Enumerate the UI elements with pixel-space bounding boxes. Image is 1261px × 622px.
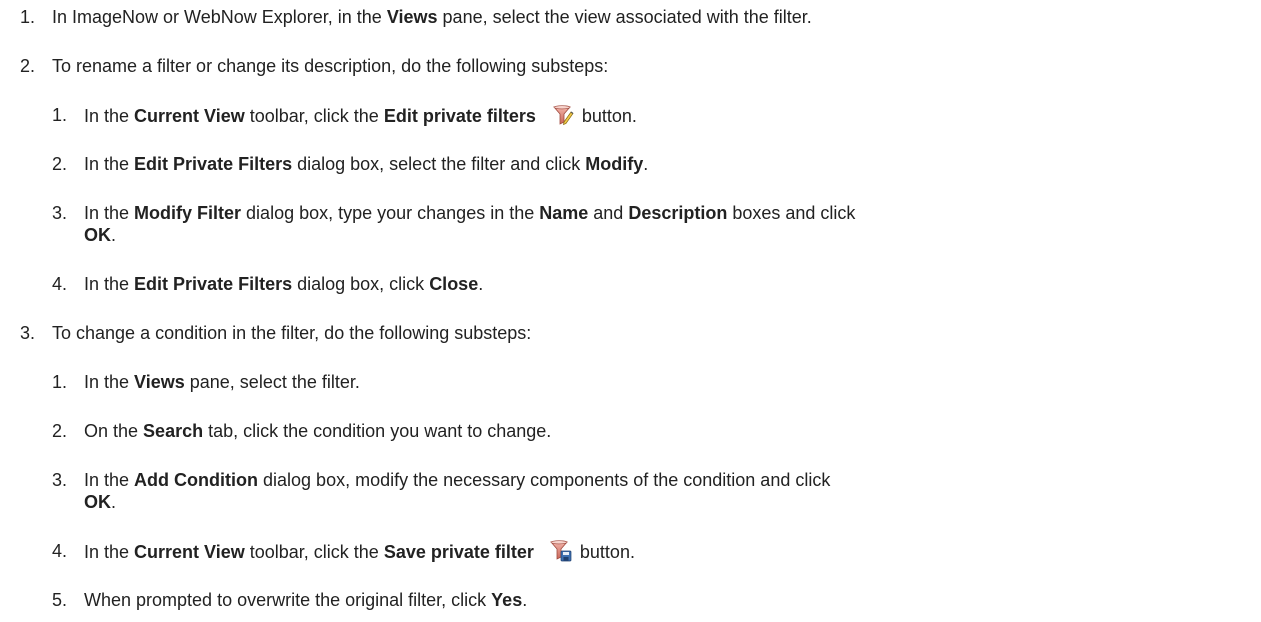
substep-text: When prompted to overwrite the original … [84, 590, 528, 610]
substep-number: 5. [52, 590, 68, 610]
step-number: 3. [20, 323, 36, 343]
step-text: In ImageNow or WebNow Explorer, in the V… [52, 7, 812, 27]
step-text: To rename a filter or change its descrip… [52, 56, 609, 76]
substep-number: 1. [52, 372, 68, 392]
step-number: 2. [20, 56, 36, 76]
substep-text: In the Edit Private Filters dialog box, … [84, 274, 484, 294]
substep-number: 2. [52, 154, 68, 174]
substep-number: 1. [52, 105, 68, 125]
substep-number: 4. [52, 541, 68, 561]
substep-number: 4. [52, 274, 68, 294]
edit-filter-icon [553, 105, 574, 126]
substep-text: In the Add Condition dialog box, modify … [84, 470, 831, 512]
substep-text: In the Current View toolbar, click the S… [84, 540, 635, 562]
substep-text: In the Current View toolbar, click the E… [84, 105, 637, 126]
substep-text: On the Search tab, click the condition y… [84, 421, 552, 441]
step-text: To change a condition in the filter, do … [52, 323, 532, 343]
substep-text: In the Views pane, select the filter. [84, 372, 360, 392]
step-number: 1. [20, 7, 36, 27]
substep-number: 2. [52, 421, 68, 441]
substep-text: In the Modify Filter dialog box, type yo… [84, 203, 856, 245]
substep-number: 3. [52, 470, 68, 490]
substep-number: 3. [52, 203, 68, 223]
substep-text: In the Edit Private Filters dialog box, … [84, 154, 649, 174]
save-filter-icon [550, 540, 572, 562]
